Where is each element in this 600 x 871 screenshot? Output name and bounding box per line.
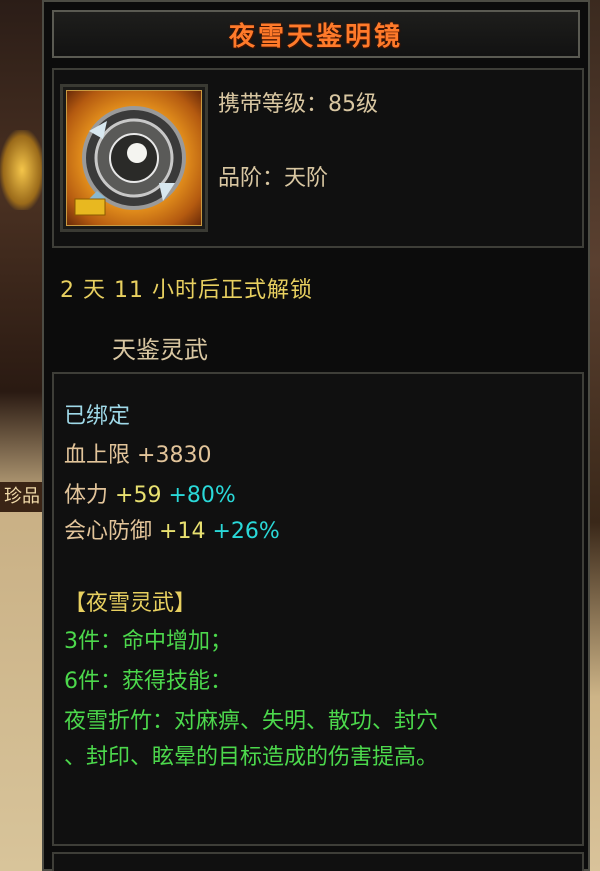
background-item-glow	[0, 130, 44, 210]
grade-text: 品阶：天阶	[218, 166, 329, 191]
stat-hp: 血上限 +3830	[64, 437, 211, 469]
set-skill-line-2: 、封印、眩晕的目标造成的伤害提高。	[64, 745, 439, 770]
item-title: 夜雪天鉴明镜	[228, 21, 403, 52]
stat-stamina-label: 体力	[64, 483, 109, 508]
stat-crit-defense-value: +14	[159, 519, 206, 544]
stat-stamina-percent: +80%	[168, 483, 236, 508]
stat-crit-defense: 会心防御 +14 +26%	[64, 513, 280, 545]
set-skill-line-1: 夜雪折竹：对麻痹、失明、散功、封穴	[64, 709, 439, 734]
set-bonus-6: 6件：获得技能：	[64, 669, 232, 694]
stat-crit-defense-label: 会心防御	[64, 519, 153, 544]
mirror-shield-icon	[66, 90, 202, 226]
bound-status: 已绑定	[64, 404, 131, 429]
stat-stamina: 体力 +59 +80%	[64, 477, 236, 509]
item-category-text: 天鉴灵武	[112, 336, 208, 364]
set-bonus-3: 3件：命中增加；	[64, 629, 232, 654]
tooltip-footer-box	[52, 852, 584, 871]
stat-crit-defense-percent: +26%	[212, 519, 280, 544]
stat-hp-value: +3830	[137, 443, 212, 468]
set-name: 【夜雪灵武】	[64, 591, 197, 616]
tooltip-title-bar: 夜雪天鉴明镜	[52, 10, 580, 58]
stat-stamina-value: +59	[115, 483, 162, 508]
carry-level-text: 携带等级：85级	[218, 92, 378, 117]
stat-hp-label: 血上限	[64, 443, 131, 468]
unlock-countdown-text: 2 天 11 小时后正式解锁	[60, 278, 313, 303]
